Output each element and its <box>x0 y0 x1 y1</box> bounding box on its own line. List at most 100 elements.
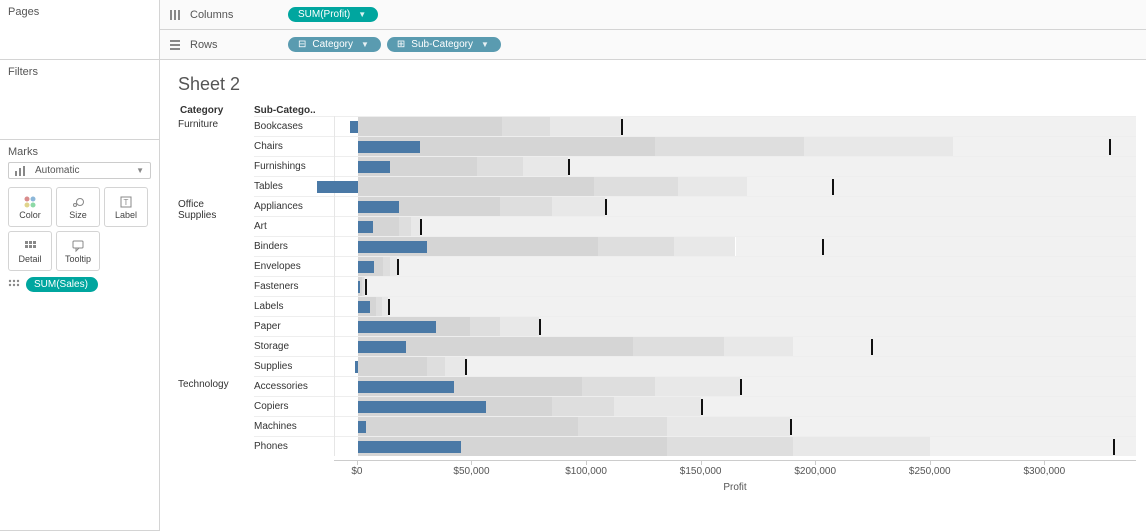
pill-label: SUM(Profit) <box>298 9 350 20</box>
bar-row[interactable] <box>335 296 1136 316</box>
category-label[interactable]: Furniture <box>178 116 254 196</box>
rows-shelf[interactable]: Rows ⊟ Category ▼ ⊞ Sub-Category ▼ <box>160 30 1146 60</box>
detail-icon-small <box>8 279 22 291</box>
subcategory-label[interactable]: Storage <box>254 336 334 356</box>
profit-bar[interactable] <box>317 181 358 193</box>
detail-icon <box>23 238 37 254</box>
subcategory-label[interactable]: Accessories <box>254 376 334 396</box>
profit-bar[interactable] <box>358 201 399 213</box>
reference-tick <box>621 119 623 135</box>
reference-tick <box>539 319 541 335</box>
color-button[interactable]: Color <box>8 187 52 227</box>
pages-panel: Pages <box>0 0 159 60</box>
subcategory-label[interactable]: Phones <box>254 436 334 456</box>
bar-row[interactable] <box>335 216 1136 236</box>
filters-title: Filters <box>8 66 151 78</box>
category-label[interactable]: Office Supplies <box>178 196 254 376</box>
bar-row[interactable] <box>335 256 1136 276</box>
marks-title: Marks <box>8 146 151 158</box>
subcategory-label[interactable]: Fasteners <box>254 276 334 296</box>
bar-row[interactable] <box>335 116 1136 136</box>
reference-tick <box>605 199 607 215</box>
axis-tick-label: $250,000 <box>909 466 951 477</box>
tooltip-button[interactable]: Tooltip <box>56 231 100 271</box>
rows-pill-subcategory[interactable]: ⊞ Sub-Category ▼ <box>387 37 501 52</box>
reference-tick <box>871 339 873 355</box>
bar-row[interactable] <box>335 336 1136 356</box>
profit-bar[interactable] <box>355 361 358 373</box>
bar-row[interactable] <box>335 236 1136 256</box>
subcategory-label[interactable]: Chairs <box>254 136 334 156</box>
profit-bar[interactable] <box>358 381 454 393</box>
profit-bar[interactable] <box>358 401 486 413</box>
axis-tick-label: $0 <box>351 466 362 477</box>
subcategory-label[interactable]: Art <box>254 216 334 236</box>
label-icon: T <box>119 194 133 210</box>
pill-label: SUM(Sales) <box>34 279 88 290</box>
subcategory-label[interactable]: Paper <box>254 316 334 336</box>
profit-bar[interactable] <box>358 421 366 433</box>
bar-row[interactable] <box>335 276 1136 296</box>
size-button[interactable]: Size <box>56 187 100 227</box>
bar-row[interactable] <box>335 136 1136 156</box>
subcategory-label[interactable]: Machines <box>254 416 334 436</box>
chevron-down-icon: ▼ <box>358 10 366 19</box>
profit-bar[interactable] <box>358 221 373 233</box>
reference-tick <box>1113 439 1115 455</box>
bar-row[interactable] <box>335 196 1136 216</box>
bar-row[interactable] <box>335 176 1136 196</box>
visualization-area: Sheet 2 Category Sub-Catego.. FurnitureO… <box>160 60 1146 531</box>
reference-tick <box>388 299 390 315</box>
profit-bar[interactable] <box>358 301 371 313</box>
subcategory-label[interactable]: Appliances <box>254 196 334 216</box>
subcategory-label[interactable]: Labels <box>254 296 334 316</box>
profit-bar[interactable] <box>358 261 374 273</box>
subcategory-label[interactable]: Copiers <box>254 396 334 416</box>
axis-tick-label: $50,000 <box>453 466 489 477</box>
profit-bar[interactable] <box>358 161 390 173</box>
size-icon <box>71 194 85 210</box>
subcategory-label[interactable]: Envelopes <box>254 256 334 276</box>
columns-label: Columns <box>190 9 280 21</box>
color-icon <box>23 194 37 210</box>
tooltip-label: Tooltip <box>65 254 91 264</box>
subcategory-label[interactable]: Binders <box>254 236 334 256</box>
detail-pill-sum-sales[interactable]: SUM(Sales) <box>26 277 98 292</box>
svg-text:T: T <box>124 198 129 207</box>
detail-label: Detail <box>18 254 41 264</box>
profit-bar[interactable] <box>358 341 406 353</box>
detail-button[interactable]: Detail <box>8 231 52 271</box>
profit-bar[interactable] <box>358 441 461 453</box>
bar-row[interactable] <box>335 376 1136 396</box>
bar-row[interactable] <box>335 316 1136 336</box>
rows-icon <box>168 39 182 51</box>
columns-shelf[interactable]: Columns SUM(Profit) ▼ <box>160 0 1146 30</box>
bar-row[interactable] <box>335 156 1136 176</box>
bar-icon <box>15 166 27 176</box>
bar-row[interactable] <box>335 356 1136 376</box>
rows-pill-category[interactable]: ⊟ Category ▼ <box>288 37 381 52</box>
category-label[interactable]: Technology <box>178 376 254 456</box>
marks-type-dropdown[interactable]: Automatic ▼ <box>8 162 151 179</box>
label-button[interactable]: T Label <box>104 187 148 227</box>
profit-bar[interactable] <box>358 281 360 293</box>
subcategory-label[interactable]: Bookcases <box>254 116 334 136</box>
reference-tick <box>420 219 422 235</box>
bar-row[interactable] <box>335 416 1136 436</box>
reference-tick <box>365 279 367 295</box>
reference-tick <box>568 159 570 175</box>
profit-bar[interactable] <box>358 141 420 153</box>
subcategory-label[interactable]: Furnishings <box>254 156 334 176</box>
columns-icon <box>168 9 182 21</box>
marks-panel: Marks Automatic ▼ Color <box>0 140 159 531</box>
bar-row[interactable] <box>335 436 1136 456</box>
profit-bar[interactable] <box>358 321 436 333</box>
profit-bar[interactable] <box>350 121 358 133</box>
bar-row[interactable] <box>335 396 1136 416</box>
reference-tick <box>822 239 824 255</box>
subcategory-label[interactable]: Supplies <box>254 356 334 376</box>
reference-tick <box>832 179 834 195</box>
columns-pill-profit[interactable]: SUM(Profit) ▼ <box>288 7 378 22</box>
reference-tick <box>790 419 792 435</box>
profit-bar[interactable] <box>358 241 427 253</box>
